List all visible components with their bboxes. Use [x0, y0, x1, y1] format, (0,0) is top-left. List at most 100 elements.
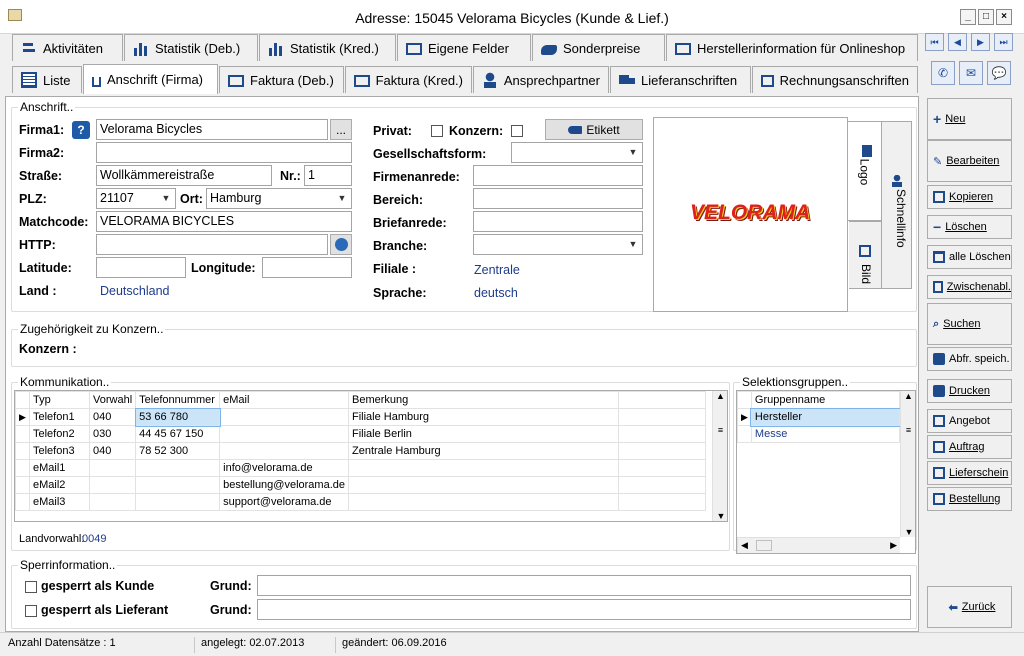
longitude-input[interactable] — [262, 257, 352, 278]
vertical-scrollbar[interactable]: ▲ ≡ ▼ — [900, 391, 915, 537]
firma1-more-button[interactable]: ... — [330, 119, 352, 140]
firmenanrede-input[interactable] — [473, 165, 643, 186]
loeschen-button[interactable]: − Löschen — [927, 215, 1012, 239]
gesperrt-kunde-checkbox[interactable] — [25, 581, 37, 593]
neu-button[interactable]: + Neu — [927, 98, 1012, 140]
table-cell[interactable]: 44 45 67 150 — [135, 425, 221, 443]
tab-ansprechpartner[interactable]: Ansprechpartner — [473, 66, 609, 93]
scroll-thumb[interactable]: ≡ — [715, 425, 726, 447]
table-cell[interactable]: Hersteller — [750, 407, 901, 427]
zurueck-button[interactable]: ⬅ Zurück — [927, 586, 1012, 628]
table-cell[interactable]: Filiale Hamburg — [348, 408, 619, 426]
nr-input[interactable]: 1 — [304, 165, 352, 186]
scroll-left-icon[interactable]: ◀ — [741, 540, 748, 551]
table-row[interactable]: ▶ Telefon1 040 53 66 780 Filiale Hamburg — [15, 407, 706, 427]
scroll-up-icon[interactable]: ▲ — [901, 391, 915, 401]
column-header[interactable]: Telefonnummer — [135, 391, 221, 409]
first-record-icon[interactable]: ⏮ — [925, 33, 944, 51]
table-cell[interactable] — [219, 425, 349, 443]
tab-sonderpreise[interactable]: Sonderpreise — [532, 34, 665, 61]
tab-aktivitaeten[interactable]: Aktivitäten — [12, 34, 123, 61]
table-cell[interactable] — [88, 493, 137, 511]
tab-eigene-felder[interactable]: Eigene Felder — [397, 34, 531, 61]
column-header[interactable]: Gruppenname — [750, 391, 901, 409]
table-cell[interactable] — [135, 459, 221, 477]
bearbeiten-button[interactable]: ✎ Bearbeiten — [927, 140, 1012, 182]
table-cell[interactable]: Messe — [750, 425, 901, 443]
abfrage-speichern-button[interactable]: Abfr. speich. — [927, 347, 1012, 371]
gesperrt-lieferant-checkbox[interactable] — [25, 605, 37, 617]
land-link[interactable]: Deutschland — [100, 284, 170, 298]
table-cell[interactable]: 78 52 300 — [135, 442, 221, 460]
scroll-thumb[interactable] — [756, 540, 772, 551]
latitude-input[interactable] — [96, 257, 186, 278]
table-cell[interactable]: bestellung@velorama.de — [219, 476, 349, 494]
horizontal-scrollbar[interactable]: ◀ ▶ — [737, 537, 900, 553]
table-row[interactable]: Telefon3 040 78 52 300 Zentrale Hamburg — [15, 442, 706, 460]
table-cell[interactable]: Telefon3 — [29, 442, 90, 460]
scroll-thumb[interactable]: ≡ — [903, 425, 914, 447]
table-cell[interactable]: 040 — [88, 442, 137, 460]
table-cell[interactable]: Telefon1 — [29, 408, 90, 426]
table-cell[interactable]: info@velorama.de — [219, 459, 349, 477]
previous-record-icon[interactable]: ◀ — [948, 33, 967, 51]
scroll-up-icon[interactable]: ▲ — [713, 391, 727, 401]
kopieren-button[interactable]: Kopieren — [927, 185, 1012, 209]
table-cell[interactable]: eMail3 — [29, 493, 90, 511]
table-cell[interactable]: support@velorama.de — [219, 493, 349, 511]
bestellung-button[interactable]: Bestellung — [927, 487, 1012, 511]
chat-icon[interactable]: 💬 — [987, 61, 1011, 85]
tab-lieferanschriften[interactable]: Lieferanschriften — [610, 66, 751, 93]
grund-kunde-input[interactable] — [257, 575, 911, 596]
gesellschaft-select[interactable]: ▼ — [511, 142, 643, 163]
table-row[interactable]: Telefon2 030 44 45 67 150 Filiale Berlin — [15, 425, 706, 443]
privat-checkbox[interactable] — [431, 125, 443, 137]
close-button[interactable]: × — [996, 9, 1012, 25]
table-cell[interactable] — [219, 408, 349, 426]
table-cell[interactable] — [88, 476, 137, 494]
auftrag-button[interactable]: Auftrag — [927, 435, 1012, 459]
landvorwahl-value[interactable]: 0049 — [82, 533, 106, 545]
etikett-button[interactable]: Etikett — [545, 119, 643, 140]
grund-lieferant-input[interactable] — [257, 599, 911, 620]
table-cell[interactable] — [88, 459, 137, 477]
tab-herstellerinformation[interactable]: Herstellerinformation für Onlineshop — [666, 34, 918, 61]
next-record-icon[interactable]: ▶ — [971, 33, 990, 51]
table-row[interactable]: eMail3 support@velorama.de — [15, 493, 706, 511]
table-cell[interactable]: eMail1 — [29, 459, 90, 477]
table-cell[interactable] — [219, 442, 349, 460]
column-header[interactable]: eMail — [219, 391, 349, 409]
table-cell[interactable]: eMail2 — [29, 476, 90, 494]
table-cell[interactable] — [135, 493, 221, 511]
plz-select[interactable]: 21107 ▼ — [96, 188, 176, 209]
chevron-down-icon[interactable]: ▼ — [625, 144, 641, 161]
matchcode-input[interactable]: VELORAMA BICYCLES — [96, 211, 352, 232]
http-input[interactable] — [96, 234, 328, 255]
scroll-down-icon[interactable]: ▼ — [713, 511, 727, 521]
firma2-input[interactable] — [96, 142, 352, 163]
table-cell[interactable] — [135, 476, 221, 494]
zwischenablage-button[interactable]: Zwischenabl. — [927, 275, 1012, 299]
chevron-down-icon[interactable]: ▼ — [158, 190, 174, 207]
briefanrede-input[interactable] — [473, 211, 643, 232]
table-cell[interactable] — [348, 476, 619, 494]
table-row[interactable]: ▶ Hersteller — [737, 407, 901, 427]
column-header[interactable]: Vorwahl — [88, 391, 137, 409]
table-row[interactable]: eMail1 info@velorama.de — [15, 459, 706, 477]
table-cell[interactable]: 53 66 780 — [134, 407, 221, 427]
vertical-scrollbar[interactable]: ▲ ≡ ▼ — [712, 391, 727, 521]
tab-faktura-kred[interactable]: Faktura (Kred.) — [345, 66, 472, 93]
tab-statistik-kred[interactable]: Statistik (Kred.) — [259, 34, 396, 61]
table-cell[interactable]: Zentrale Hamburg — [348, 442, 619, 460]
column-header[interactable]: Bemerkung — [348, 391, 619, 409]
branche-select[interactable]: ▼ — [473, 234, 643, 255]
chevron-down-icon[interactable]: ▼ — [625, 236, 641, 253]
konzern-checkbox[interactable] — [511, 125, 523, 137]
globe-icon[interactable] — [330, 234, 352, 255]
sprache-link[interactable]: deutsch — [474, 286, 518, 300]
bereich-input[interactable] — [473, 188, 643, 209]
table-cell[interactable]: 030 — [88, 425, 137, 443]
tab-faktura-deb[interactable]: Faktura (Deb.) — [219, 66, 344, 93]
firma1-input[interactable]: Velorama Bicycles — [96, 119, 328, 140]
last-record-icon[interactable]: ⏭ — [994, 33, 1013, 51]
